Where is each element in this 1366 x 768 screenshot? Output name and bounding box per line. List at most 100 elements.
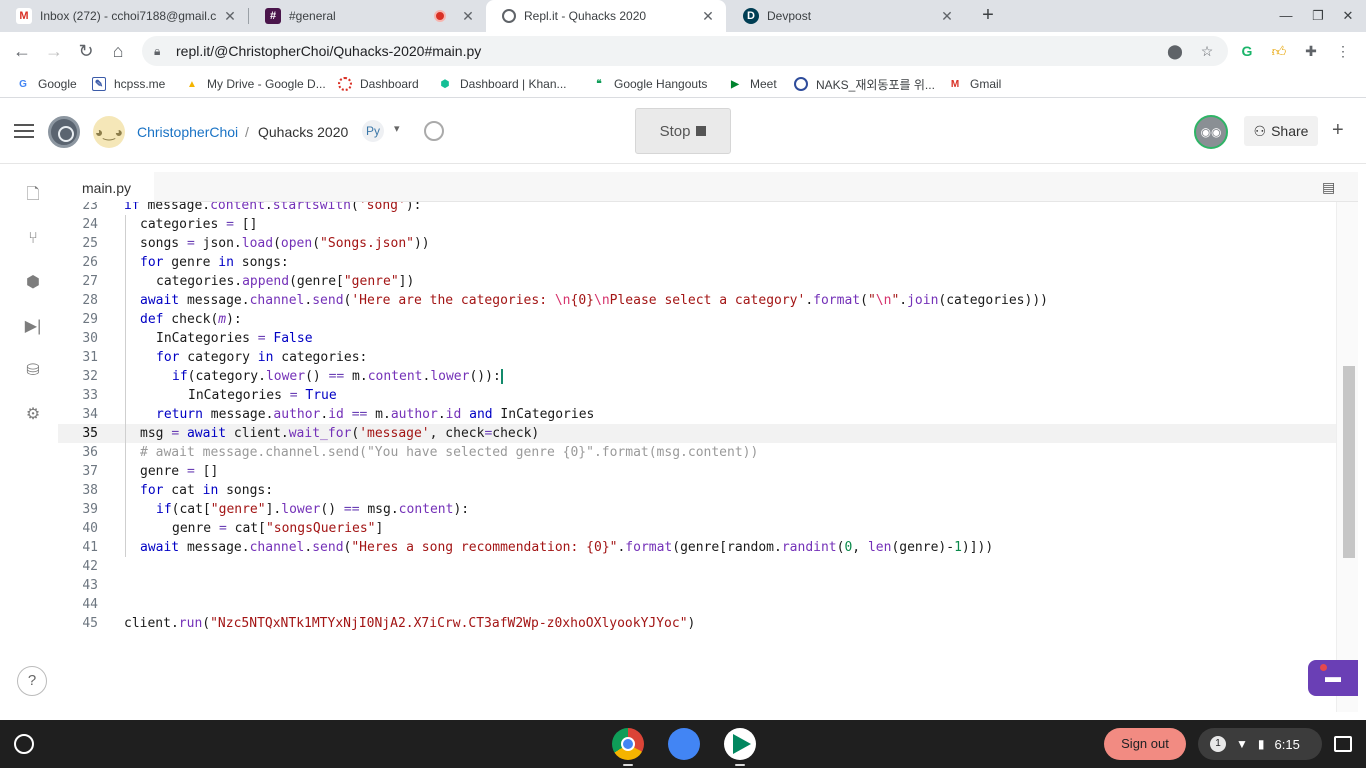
os-shelf: Sign out 1 ▼ ▮ 6:15: [0, 720, 1366, 768]
code-line[interactable]: 33 InCategories = True: [58, 386, 1336, 405]
code-line[interactable]: 34 return message.author.id == m.author.i…: [58, 405, 1336, 424]
bookmark-naks[interactable]: NAKS_재외동포를 위...: [794, 76, 935, 92]
chevron-down-icon[interactable]: ▾: [394, 122, 400, 135]
code-line[interactable]: 41 await message.channel.send("Heres a so…: [58, 538, 1336, 557]
version-control-icon[interactable]: ⑂: [22, 228, 44, 250]
code-line[interactable]: 26 for genre in songs:: [58, 253, 1336, 272]
grammarly-icon[interactable]: G: [1238, 42, 1256, 60]
close-tab-icon[interactable]: ✕: [460, 8, 476, 24]
tab-title: Inbox (272) - cchoi7188@gmail.c: [40, 9, 217, 23]
new-tab-button[interactable]: +: [976, 4, 1000, 28]
bookmark-drive[interactable]: ▲ My Drive - Google D...: [185, 76, 326, 92]
code-line[interactable]: 37 genre = []: [58, 462, 1336, 481]
status-tray[interactable]: 1 ▼ ▮ 6:15: [1198, 728, 1322, 760]
user-avatar[interactable]: ◉◉: [1194, 115, 1228, 149]
address-bar[interactable]: 🔒︎ repl.it/@ChristopherChoi/Quhacks-2020…: [142, 36, 1228, 66]
close-tab-icon[interactable]: ✕: [700, 8, 716, 24]
hamburger-menu-icon[interactable]: [14, 124, 34, 138]
replit-logo-icon[interactable]: [48, 116, 80, 148]
add-icon[interactable]: +: [1332, 119, 1344, 141]
tab-slack-general[interactable]: # #general ✕: [249, 0, 486, 32]
home-icon[interactable]: ⌂: [106, 40, 130, 62]
play-store-icon[interactable]: [724, 728, 756, 760]
scrollbar-thumb[interactable]: [1343, 366, 1355, 558]
close-window-icon[interactable]: ✕: [1338, 6, 1358, 26]
sign-out-button[interactable]: Sign out: [1104, 728, 1186, 760]
history-icon[interactable]: [424, 121, 444, 141]
help-icon[interactable]: ?: [17, 666, 47, 696]
bookmark-label: Dashboard: [360, 77, 419, 91]
code-text: songs = json.load(open("Songs.json")): [140, 236, 430, 251]
code-line[interactable]: 39 if(cat["genre"].lower() == msg.content…: [58, 500, 1336, 519]
reload-icon[interactable]: ↻: [74, 40, 98, 62]
settings-gear-icon[interactable]: ⚙: [22, 404, 44, 426]
code-line[interactable]: 45 client.run("Nzc5NTQxNTk1MTYxNjI0NjA2.X…: [58, 614, 1336, 633]
code-line[interactable]: 38 for cat in songs:: [58, 481, 1336, 500]
back-icon[interactable]: ←: [10, 40, 34, 62]
format-code-icon[interactable]: ▤: [1322, 179, 1338, 195]
code-line[interactable]: 43: [58, 576, 1336, 595]
code-line[interactable]: 25 songs = json.load(open("Songs.json")): [58, 234, 1336, 253]
share-button[interactable]: ⚇ Share: [1244, 116, 1318, 146]
slack-icon: #: [265, 8, 281, 24]
stop-button[interactable]: Stop: [635, 108, 731, 154]
code-line[interactable]: 30 InCategories = False: [58, 329, 1336, 348]
bookmark-star-icon[interactable]: ☆: [1198, 42, 1216, 60]
code-line[interactable]: 35 msg = await client.wait_for('message',…: [58, 424, 1336, 443]
debugger-icon[interactable]: ▶|: [22, 316, 44, 338]
code-line[interactable]: 42: [58, 557, 1336, 576]
code-line[interactable]: 40 genre = cat["songsQueries"]: [58, 519, 1336, 538]
bookmark-gmail[interactable]: M Gmail: [948, 76, 1002, 92]
minimize-icon[interactable]: —: [1276, 6, 1296, 26]
code-editor[interactable]: 23 if message.content.startswith('song'):…: [58, 202, 1336, 712]
files-icon[interactable]: 🗋︎: [22, 184, 44, 206]
files-app-icon[interactable]: [668, 728, 700, 760]
code-line[interactable]: 24 categories = []: [58, 215, 1336, 234]
editor-scrollbar[interactable]: [1336, 202, 1358, 712]
code-line[interactable]: 44: [58, 595, 1336, 614]
bookmark-hangouts[interactable]: ❝ Google Hangouts: [592, 76, 707, 92]
location-icon[interactable]: ⬤: [1166, 42, 1184, 60]
owner-avatar[interactable]: ◕‿◕: [93, 116, 125, 148]
overview-icon[interactable]: [1334, 736, 1352, 752]
bookmark-hcpss[interactable]: ✎ hcpss.me: [92, 76, 165, 92]
code-line[interactable]: 23 if message.content.startswith('song'):: [58, 202, 1336, 215]
launcher-icon[interactable]: [14, 734, 34, 754]
packages-icon[interactable]: ⬢: [22, 272, 44, 294]
code-line[interactable]: 32 if(category.lower() == m.content.lower…: [58, 367, 1336, 386]
database-icon[interactable]: ⛁: [22, 360, 44, 382]
bookmark-google[interactable]: G Google: [16, 76, 77, 92]
code-text: categories = []: [140, 217, 258, 232]
extensions-icon[interactable]: ✚: [1302, 42, 1320, 60]
code-line[interactable]: 28 await message.channel.send('Here are t…: [58, 291, 1336, 310]
code-line[interactable]: 36 # await message.channel.send("You have…: [58, 443, 1336, 462]
bookmark-khan[interactable]: ⬢ Dashboard | Khan...: [438, 76, 567, 92]
browser-menu-icon[interactable]: ⋮: [1334, 42, 1352, 60]
owner-username-link[interactable]: ChristopherChoi: [137, 124, 238, 140]
bookmark-meet[interactable]: ▶ Meet: [728, 76, 777, 92]
chat-button[interactable]: ▬: [1308, 660, 1358, 696]
line-number: 35: [82, 426, 98, 441]
tab-devpost[interactable]: D Devpost ✕: [727, 0, 965, 32]
code-line[interactable]: 29 def check(m):: [58, 310, 1336, 329]
notification-dot: [1320, 664, 1327, 671]
chrome-icon[interactable]: [612, 728, 644, 760]
tab-title: #general: [289, 9, 336, 23]
tab-replit[interactable]: Repl.it - Quhacks 2020 ✕: [486, 0, 726, 32]
bookmark-dashboard[interactable]: Dashboard: [338, 76, 419, 92]
code-line[interactable]: 27 categories.append(genre["genre"]): [58, 272, 1336, 291]
tab-gmail[interactable]: M Inbox (272) - cchoi7188@gmail.c ✕: [0, 0, 248, 32]
restore-icon[interactable]: ❐: [1308, 6, 1328, 26]
close-tab-icon[interactable]: ✕: [939, 8, 955, 24]
devpost-icon: D: [743, 8, 759, 24]
code-line[interactable]: 31 for category in categories:: [58, 348, 1336, 367]
code-text: def check(m):: [140, 312, 242, 327]
bookmark-label: Google: [38, 77, 77, 91]
forward-icon[interactable]: →: [42, 40, 66, 62]
file-tab-main-py[interactable]: main.py: [58, 172, 154, 203]
thumbs-up-extension-icon[interactable]: 👍︎: [1270, 42, 1288, 60]
line-number: 32: [82, 369, 98, 384]
project-name[interactable]: Quhacks 2020: [258, 124, 348, 140]
close-tab-icon[interactable]: ✕: [222, 8, 238, 24]
drive-icon: ▲: [187, 78, 197, 90]
